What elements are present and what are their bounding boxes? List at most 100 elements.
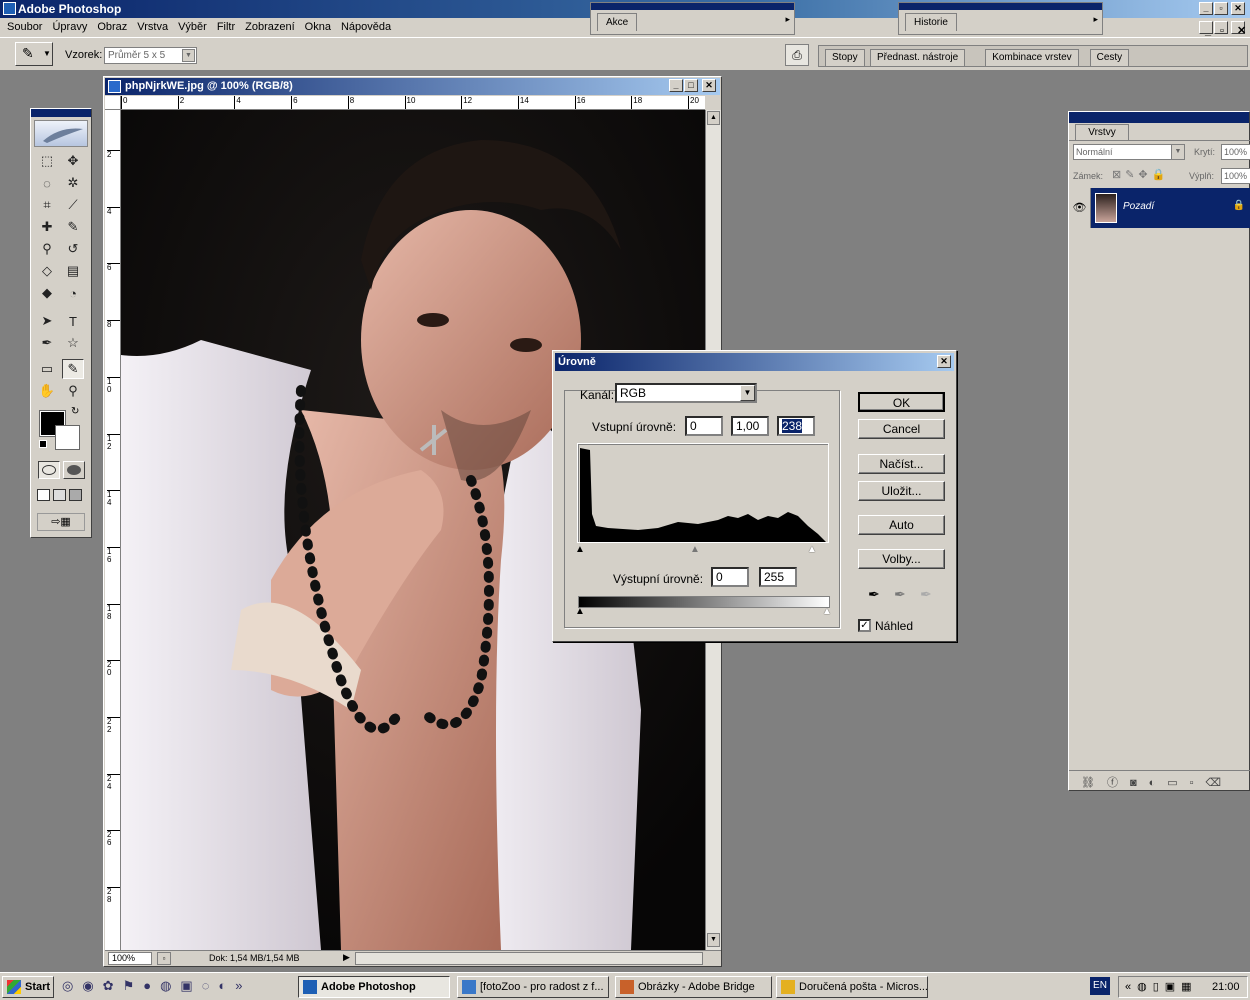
auto-button[interactable]: Auto xyxy=(858,515,945,535)
screen-mode-standard-icon[interactable] xyxy=(37,489,50,501)
menu-item-0[interactable]: Soubor xyxy=(2,18,47,37)
black-eyedropper-icon[interactable]: ✒ xyxy=(868,586,880,603)
minimize-button[interactable]: _ xyxy=(1199,2,1213,15)
menu-item-8[interactable]: Nápověda xyxy=(336,18,396,37)
zoom-field[interactable]: 100% xyxy=(108,952,152,965)
panel-menu-icon[interactable]: ▸ xyxy=(1093,14,1098,25)
layer-action-icons[interactable]: ⛓ⓕ◙◐▭▫⌫ xyxy=(1081,774,1233,790)
doc-minimize-button[interactable]: _ xyxy=(1199,21,1213,37)
palette-well-tab-1[interactable]: Přednast. nástroje xyxy=(870,49,966,66)
output-black-slider[interactable]: ▲ xyxy=(575,606,585,617)
tab-layers[interactable]: Vrstvy xyxy=(1075,124,1129,140)
eye-icon[interactable]: 👁 xyxy=(1069,188,1091,228)
slice-icon[interactable]: ⟋ xyxy=(62,195,84,215)
language-indicator[interactable]: EN xyxy=(1090,977,1110,995)
taskbar-item-1[interactable]: [fotoZoo - pro radost z f... xyxy=(457,976,609,998)
vertical-ruler[interactable]: 2 4 6 8 1 0 1 2 1 4 1 6 1 8 2 0 2 2 2 4 2 6 2 8 xyxy=(105,110,121,950)
gradient-icon[interactable]: ▤ xyxy=(62,261,84,281)
blur-icon[interactable]: ◆ xyxy=(36,283,58,303)
doc-window-minimize-button[interactable]: _ xyxy=(669,79,683,92)
quick-launch[interactable]: ◎◉✿⚑●◍▣◌◐» xyxy=(62,978,277,996)
notes-icon[interactable]: ▭ xyxy=(36,359,58,379)
status-menu-icon[interactable]: ▶ xyxy=(343,952,354,965)
options-button[interactable]: Volby... xyxy=(858,549,945,569)
crop-icon[interactable]: ⌗ xyxy=(36,195,58,215)
background-color-swatch[interactable] xyxy=(55,425,80,450)
taskbar-item-2[interactable]: Obrázky - Adobe Bridge xyxy=(615,976,772,998)
output-black-field[interactable]: 0 xyxy=(711,567,749,587)
screen-mode-full-menu-icon[interactable] xyxy=(53,489,66,501)
output-white-slider[interactable]: ▲ xyxy=(822,606,832,617)
palette-well-tab-2[interactable]: Kombinace vrstev xyxy=(985,49,1079,66)
fill-field[interactable]: 100% xyxy=(1221,168,1250,184)
zoom-icon[interactable]: ⚲ xyxy=(62,381,84,401)
hand-icon[interactable]: ✋ xyxy=(36,381,58,401)
opacity-field[interactable]: 100% xyxy=(1221,144,1250,160)
load-button[interactable]: Načíst... xyxy=(858,454,945,474)
clone-stamp-icon[interactable]: ⚲ xyxy=(36,239,58,259)
close-button[interactable]: ✕ xyxy=(1231,2,1245,15)
eraser-icon[interactable]: ◇ xyxy=(36,261,58,281)
doc-window-close-button[interactable]: ✕ xyxy=(702,79,716,92)
levels-close-button[interactable]: ✕ xyxy=(937,355,951,368)
ok-button[interactable]: OK xyxy=(858,392,945,412)
lock-icons[interactable]: ⊠✎✥🔒 xyxy=(1112,168,1169,181)
menu-item-3[interactable]: Vrstva xyxy=(132,18,173,37)
palette-well-tab-0[interactable]: Stopy xyxy=(825,49,865,66)
blend-mode-select[interactable]: Normální ▼ xyxy=(1073,144,1185,160)
screen-mode-full-icon[interactable] xyxy=(69,489,82,501)
palette-toggle-icon[interactable]: ⎙ xyxy=(785,44,809,66)
adobe-feather-icon[interactable] xyxy=(34,120,88,147)
tab-actions[interactable]: Akce xyxy=(597,13,638,31)
white-eyedropper-icon[interactable]: ✒ xyxy=(920,586,932,603)
history-brush-icon[interactable]: ↺ xyxy=(62,239,84,259)
type-icon[interactable]: T xyxy=(62,311,84,331)
palette-well-tab-3[interactable]: Cesty xyxy=(1089,49,1130,66)
tray-icons[interactable]: «◍▯▣▦ xyxy=(1125,980,1198,993)
menu-item-5[interactable]: Filtr xyxy=(212,18,240,37)
scroll-up-icon[interactable]: ▲ xyxy=(707,111,720,125)
default-colors-icon[interactable] xyxy=(39,440,47,448)
jump-to-imageready-button[interactable]: ⇨▦ xyxy=(37,513,85,531)
input-white-field[interactable]: 238 xyxy=(777,416,815,436)
magic-wand-icon[interactable]: ✲ xyxy=(62,173,84,193)
input-gamma-slider[interactable]: ▲ xyxy=(690,544,700,555)
ruler-origin[interactable] xyxy=(105,96,121,110)
restore-button[interactable]: ▫ xyxy=(1214,2,1228,15)
taskbar-item-0[interactable]: Adobe Photoshop xyxy=(298,976,450,998)
shape-icon[interactable]: ☆ xyxy=(62,333,84,353)
menu-item-1[interactable]: Úpravy xyxy=(47,18,92,37)
doc-restore-button[interactable]: ▫ xyxy=(1214,21,1228,37)
input-black-field[interactable]: 0 xyxy=(685,416,723,436)
pen-icon[interactable]: ✒ xyxy=(36,333,58,353)
input-gamma-field[interactable]: 1,00 xyxy=(731,416,769,436)
input-black-slider[interactable]: ▲ xyxy=(575,544,585,555)
doc-close-button[interactable]: ✕ xyxy=(1231,21,1246,37)
input-white-slider[interactable]: ▲ xyxy=(807,544,817,555)
menu-item-6[interactable]: Zobrazení xyxy=(240,18,300,37)
cancel-button[interactable]: Cancel xyxy=(858,419,945,439)
standard-mode-button[interactable] xyxy=(38,461,60,479)
path-selection-icon[interactable]: ➤ xyxy=(36,311,58,331)
swap-colors-icon[interactable]: ↻ xyxy=(71,406,79,417)
output-white-field[interactable]: 255 xyxy=(759,567,797,587)
dodge-icon[interactable]: ◔ xyxy=(62,283,84,303)
start-button[interactable]: Start xyxy=(2,976,54,998)
tool-preset-picker[interactable]: ✎ ▼ xyxy=(15,42,53,66)
quick-mask-button[interactable] xyxy=(63,461,85,479)
marquee-icon[interactable]: ⬚ xyxy=(36,151,58,171)
preview-checkbox[interactable]: ✓ xyxy=(858,619,871,632)
channel-select[interactable]: RGB ▼ xyxy=(615,383,757,403)
horizontal-scrollbar[interactable] xyxy=(355,952,703,965)
tab-history[interactable]: Historie xyxy=(905,13,957,31)
doc-window-maximize-button[interactable]: □ xyxy=(684,79,698,92)
status-info-icon[interactable]: ▫ xyxy=(157,952,171,965)
taskbar-item-3[interactable]: Doručená pošta - Micros... xyxy=(776,976,928,998)
healing-brush-icon[interactable]: ✚ xyxy=(36,217,58,237)
gray-eyedropper-icon[interactable]: ✒ xyxy=(894,586,906,603)
move-icon[interactable]: ✥ xyxy=(62,151,84,171)
sample-size-select[interactable]: Průměr 5 x 5 ▼ xyxy=(104,47,197,64)
horizontal-ruler[interactable]: 0 2 4 6 8 10 12 14 16 18 20 xyxy=(121,96,705,110)
lasso-icon[interactable]: ◌ xyxy=(36,173,58,193)
menu-item-4[interactable]: Výběr xyxy=(173,18,212,37)
